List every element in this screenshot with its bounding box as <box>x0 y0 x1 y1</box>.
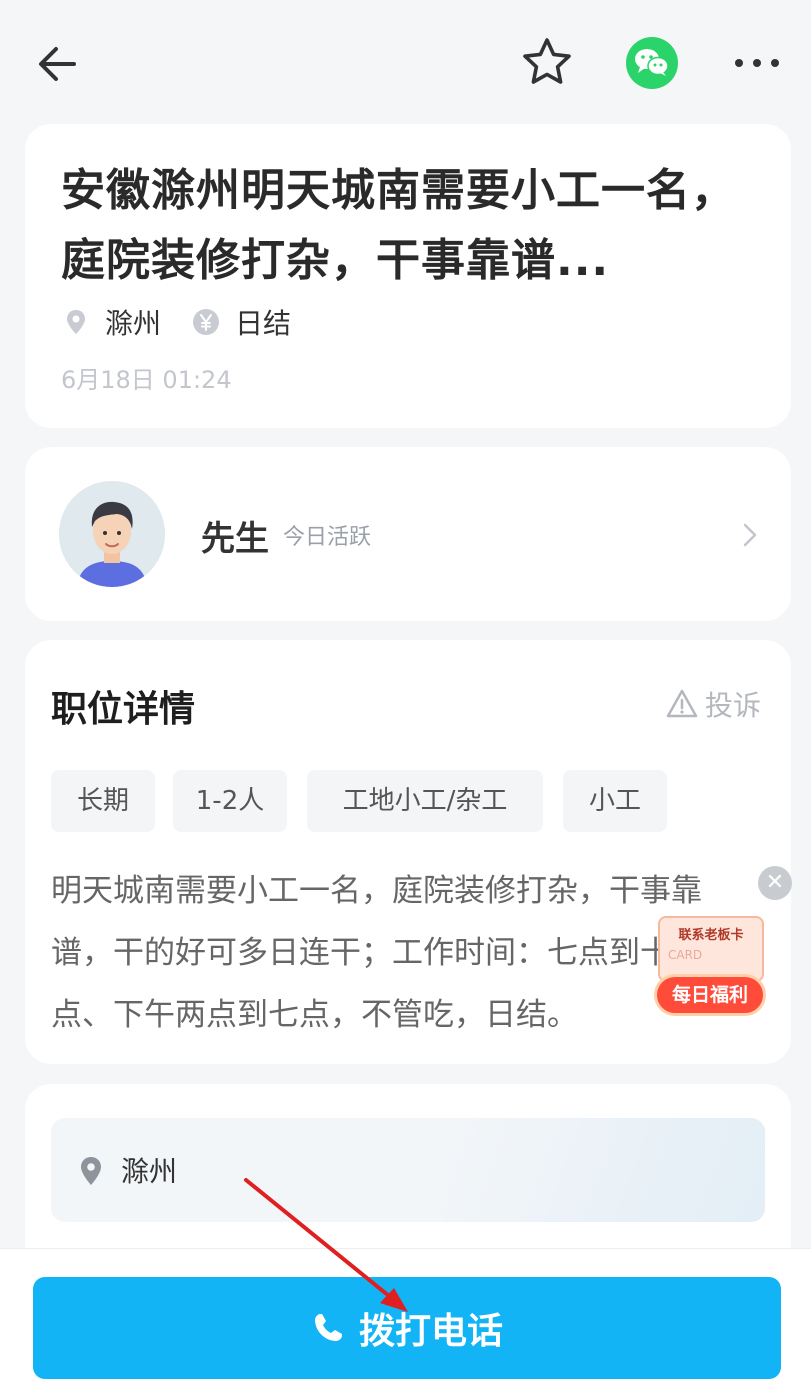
tag-duration: 长期 <box>51 770 155 832</box>
map-decoration <box>445 1118 765 1222</box>
phone-icon <box>314 1314 342 1341</box>
avatar <box>59 481 165 587</box>
job-title: 安徽滁州明天城南需要小工一名，庭院装修打杂，干事靠谱... <box>61 165 736 286</box>
job-summary-card: 安徽滁州明天城南需要小工一名，庭院装修打杂，干事靠谱... 滁州 日结 6月18… <box>25 124 791 428</box>
posted-time: 6月18日 01:24 <box>61 366 232 394</box>
tag-category: 工地小工/杂工 <box>307 770 543 832</box>
boss-card-sub: CARD <box>668 948 703 962</box>
employer-status: 今日活跃 <box>283 525 372 550</box>
job-pay-type-text: 日结 <box>235 307 292 340</box>
promo-body[interactable]: 联系老板卡 CARD 每日福利 <box>654 896 766 1018</box>
warning-icon <box>666 689 698 718</box>
tag-headcount: 1-2人 <box>173 770 287 832</box>
location-pin-icon <box>67 310 85 334</box>
complain-button[interactable]: 投诉 <box>665 684 761 724</box>
wechat-icon[interactable] <box>626 37 678 89</box>
yen-coin-icon <box>193 309 219 335</box>
employer-card[interactable]: 先生 今日活跃 <box>25 447 791 621</box>
job-pay-type: 日结 <box>191 300 291 344</box>
job-detail-page: 安徽滁州明天城南需要小工一名，庭院装修打杂，干事靠谱... 滁州 日结 6月18… <box>0 0 811 1387</box>
complain-label: 投诉 <box>705 689 762 722</box>
tag-role: 小工 <box>563 770 667 832</box>
address-text: 滁州 <box>121 1155 178 1188</box>
employer-name: 先生 <box>201 519 269 559</box>
section-title: 职位详情 <box>51 689 196 730</box>
boss-card: 联系老板卡 CARD <box>658 916 764 982</box>
top-bar <box>0 0 811 124</box>
job-location: 滁州 <box>61 300 161 344</box>
location-pin-icon <box>81 1157 101 1185</box>
boss-card-label: 联系老板卡 <box>678 928 744 943</box>
back-arrow-icon[interactable] <box>30 36 86 92</box>
job-location-text: 滁州 <box>105 307 162 340</box>
more-dots-icon[interactable] <box>730 46 784 80</box>
close-icon[interactable]: ✕ <box>758 866 792 900</box>
call-button[interactable]: 拨打电话 <box>33 1277 781 1379</box>
star-icon[interactable] <box>518 34 576 92</box>
bottom-bar: 拨打电话 <box>0 1248 811 1387</box>
promo-widget[interactable]: ✕ 联系老板卡 CARD 每日福利 <box>648 866 794 1026</box>
daily-welfare-badge: 每日福利 <box>654 974 766 1016</box>
call-button-label: 拨打电话 <box>358 1311 503 1352</box>
chevron-right-icon <box>743 523 757 547</box>
address-box[interactable]: 滁州 <box>51 1118 765 1222</box>
